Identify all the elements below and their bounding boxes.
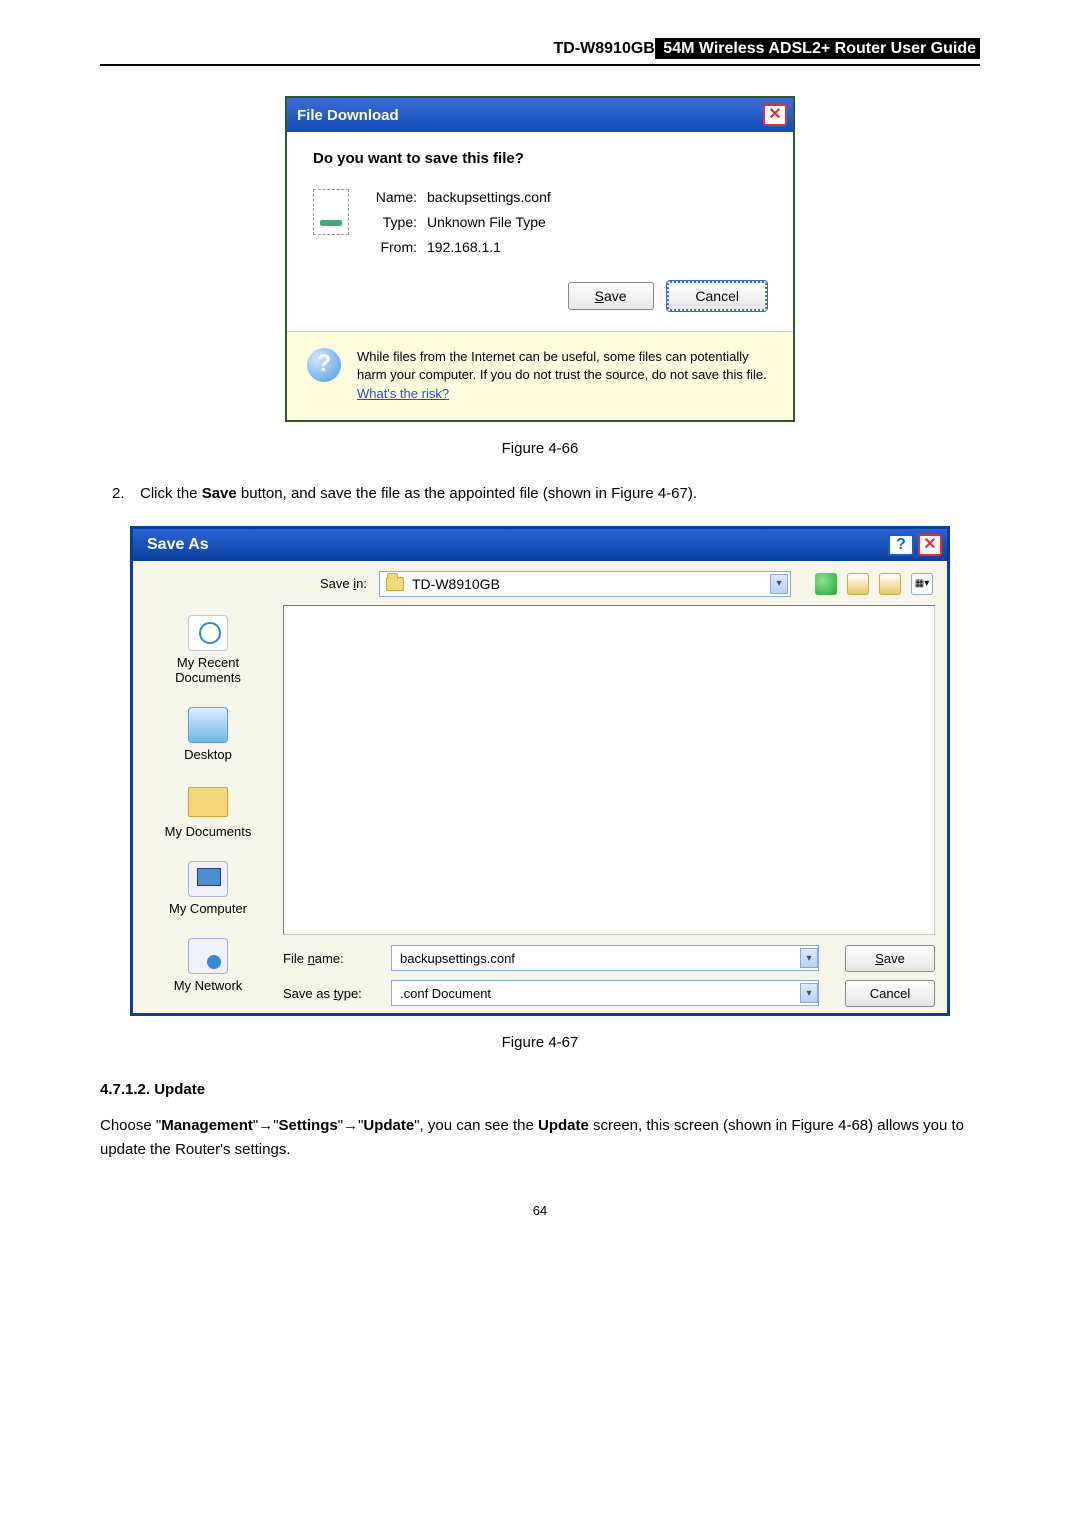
save-button[interactable]: Save xyxy=(845,945,935,972)
file-download-dialog: File Download ✕ Do you want to save this… xyxy=(285,96,795,422)
file-list-area[interactable] xyxy=(283,605,935,935)
filename-input[interactable]: backupsettings.conf ▾ xyxy=(391,945,819,971)
label-type: Type: xyxy=(369,210,427,235)
value-from: 192.168.1.1 xyxy=(427,235,501,260)
savetype-combo[interactable]: .conf Document ▾ xyxy=(391,980,819,1006)
figure-66-caption: Figure 4-66 xyxy=(100,440,980,457)
my-computer-icon xyxy=(188,861,228,897)
savetype-label: Save as type: xyxy=(283,986,379,1001)
my-documents-icon xyxy=(188,784,228,820)
place-my-documents[interactable]: My Documents xyxy=(139,784,277,839)
recent-documents-icon xyxy=(188,615,228,651)
warning-text: While files from the Internet can be use… xyxy=(357,348,773,405)
saveas-titlebar[interactable]: Save As ? ✕ xyxy=(133,529,947,561)
place-recent[interactable]: My Recent Documents xyxy=(139,615,277,685)
cancel-button[interactable]: Cancel xyxy=(845,980,935,1007)
save-as-dialog: Save As ? ✕ Save in: TD-W8910GB ▾ ▦▾ xyxy=(130,526,950,1016)
page-header: TD-W8910GB 54M Wireless ADSL2+ Router Us… xyxy=(100,40,980,66)
dialog-title-text: File Download xyxy=(297,107,399,124)
label-name: Name: xyxy=(369,185,427,210)
place-my-computer[interactable]: My Computer xyxy=(139,861,277,916)
step-2-text: Click the Save button, and save the file… xyxy=(100,483,980,506)
help-icon[interactable]: ? xyxy=(888,534,914,556)
desktop-icon xyxy=(188,707,228,743)
back-icon[interactable] xyxy=(815,573,837,595)
savein-combo[interactable]: TD-W8910GB ▾ xyxy=(379,571,791,597)
figure-67-caption: Figure 4-67 xyxy=(100,1034,980,1051)
filename-label: File name: xyxy=(283,951,379,966)
places-bar: My Recent Documents Desktop My Documents… xyxy=(133,605,283,1013)
saveas-title-text: Save As xyxy=(147,536,209,554)
file-icon xyxy=(313,189,349,235)
place-desktop[interactable]: Desktop xyxy=(139,707,277,762)
my-network-icon xyxy=(188,938,228,974)
header-title: 54M Wireless ADSL2+ Router User Guide xyxy=(655,38,980,59)
place-my-network[interactable]: My Network xyxy=(139,938,277,993)
value-name: backupsettings.conf xyxy=(427,185,551,210)
section-heading: 4.7.1.2. Update xyxy=(100,1081,980,1098)
chevron-down-icon[interactable]: ▾ xyxy=(800,948,818,968)
whats-the-risk-link[interactable]: What's the risk? xyxy=(357,386,449,401)
label-from: From: xyxy=(369,235,427,260)
savein-value: TD-W8910GB xyxy=(412,576,500,592)
save-question: Do you want to save this file? xyxy=(313,150,767,167)
header-model: TD-W8910GB xyxy=(554,40,655,57)
savein-label: Save in: xyxy=(147,576,367,591)
section-paragraph: Choose "Management"→"Settings"→"Update",… xyxy=(100,1114,980,1164)
close-icon[interactable]: ✕ xyxy=(763,104,787,126)
cancel-button[interactable]: Cancel xyxy=(667,281,767,311)
page-number: 64 xyxy=(100,1203,980,1218)
chevron-down-icon[interactable]: ▾ xyxy=(800,983,818,1003)
up-one-level-icon[interactable] xyxy=(847,573,869,595)
dialog-titlebar[interactable]: File Download ✕ xyxy=(287,98,793,132)
views-icon[interactable]: ▦▾ xyxy=(911,573,933,595)
folder-icon xyxy=(386,577,404,591)
chevron-down-icon[interactable]: ▾ xyxy=(770,574,788,594)
save-button[interactable]: Save xyxy=(568,282,654,310)
new-folder-icon[interactable] xyxy=(879,573,901,595)
close-icon[interactable]: ✕ xyxy=(918,534,942,556)
help-icon: ? xyxy=(307,348,341,382)
value-type: Unknown File Type xyxy=(427,210,546,235)
save-button-label: ave xyxy=(604,288,627,304)
